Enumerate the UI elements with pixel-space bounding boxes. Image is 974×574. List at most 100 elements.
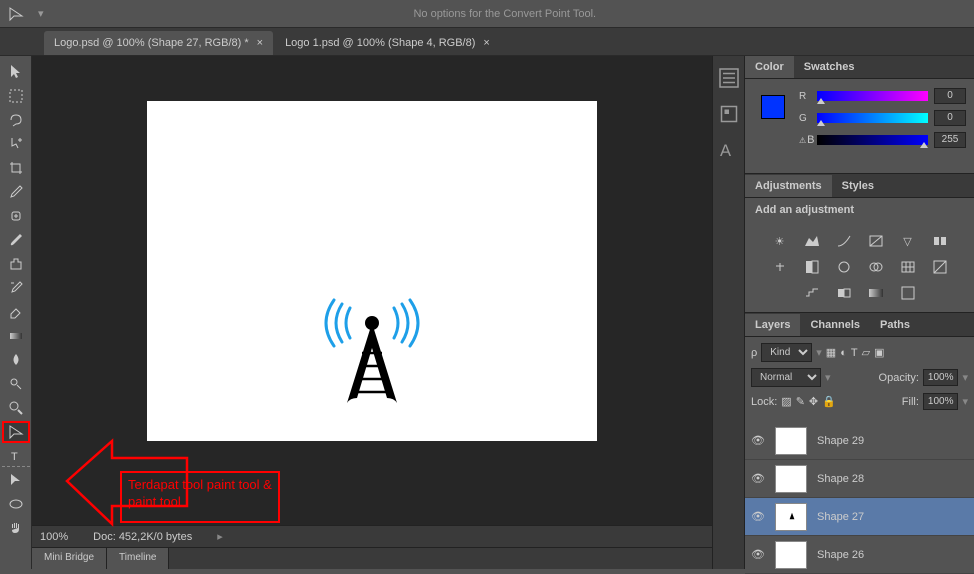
b-value[interactable]: 255 [934,132,966,148]
brightness-icon[interactable]: ☀ [768,231,792,251]
fill-value[interactable]: 100% [923,393,959,410]
r-value[interactable]: 0 [934,88,966,104]
layer-thumb[interactable] [775,465,807,493]
lock-pos-icon[interactable]: ✥ [809,395,818,408]
convert-point-tool[interactable] [2,421,30,443]
hue-icon[interactable] [928,231,952,251]
exposure-icon[interactable] [864,231,888,251]
tab-channels[interactable]: Channels [800,314,870,336]
layer-shape-29[interactable]: 👁 Shape 29 [745,422,974,460]
bw-icon[interactable] [800,257,824,277]
brush-tool[interactable] [2,229,30,251]
lock-transparent-icon[interactable]: ▨ [781,395,791,408]
levels-icon[interactable] [800,231,824,251]
layer-thumb[interactable] [775,427,807,455]
balance-icon[interactable] [768,257,792,277]
options-message: No options for the Convert Point Tool. [44,8,966,20]
adjustments-tabs: Adjustments Styles [745,174,974,198]
canvas[interactable] [147,101,597,441]
color-swatch[interactable] [753,87,787,121]
filter-shape-icon[interactable]: ▱ [862,346,870,359]
layer-shape-27[interactable]: 👁 Shape 27 [745,498,974,536]
close-icon[interactable]: × [257,37,263,49]
tab-logo[interactable]: Logo.psd @ 100% (Shape 27, RGB/8) *× [44,31,273,55]
layer-controls: ρKind ▾ ▦ ◐ T ▱ ▣ Normal ▾ Opacity: 100%… [745,337,974,422]
g-slider[interactable] [817,113,928,123]
r-slider[interactable] [817,91,928,101]
hand-tool[interactable] [2,517,30,539]
layer-name: Shape 27 [817,511,864,523]
layer-shape-28[interactable]: 👁Shape 28 [745,460,974,498]
blur-tool[interactable] [2,349,30,371]
opacity-value[interactable]: 100% [923,369,959,386]
selective-icon[interactable] [896,283,920,303]
close-icon[interactable]: × [483,37,489,49]
lasso-tool[interactable] [2,109,30,131]
color-panel-tabs: Color Swatches [745,56,974,79]
move-tool[interactable] [2,61,30,83]
tab-styles[interactable]: Styles [832,175,884,197]
healing-tool[interactable] [2,205,30,227]
visibility-icon[interactable]: 👁 [751,548,767,561]
eraser-tool[interactable] [2,301,30,323]
foreground-color[interactable] [761,95,785,119]
fill-label: Fill: [902,396,919,408]
quick-select-tool[interactable] [2,133,30,155]
zoom-level[interactable]: 100% [40,531,68,543]
dodge-tool[interactable] [2,373,30,395]
tab-layers[interactable]: Layers [745,314,800,336]
clone-tool[interactable] [2,253,30,275]
canvas-viewport[interactable]: Terdapat tool paint tool & paint tool [32,56,712,525]
layer-thumb[interactable] [775,503,807,531]
layer-thumb[interactable] [775,541,807,569]
curves-icon[interactable] [832,231,856,251]
tab-timeline[interactable]: Timeline [107,548,169,569]
tab-mini-bridge[interactable]: Mini Bridge [32,548,107,569]
filter-smart-icon[interactable]: ▣ [874,346,884,359]
history-brush-tool[interactable] [2,277,30,299]
filter-adj-icon[interactable]: ◐ [840,347,847,359]
tab-logo1[interactable]: Logo 1.psd @ 100% (Shape 4, RGB/8) × [275,31,500,55]
filter-type-icon[interactable]: T [851,347,858,359]
crop-tool[interactable] [2,157,30,179]
visibility-icon[interactable]: 👁 [751,510,767,523]
lut-icon[interactable] [896,257,920,277]
lock-all-icon[interactable]: 🔒 [822,395,836,408]
g-value[interactable]: 0 [934,110,966,126]
tab-swatches[interactable]: Swatches [794,56,865,78]
gradient-map-icon[interactable] [864,283,888,303]
shape-tool[interactable] [2,493,30,515]
layer-name: Shape 29 [817,435,864,447]
vibrance-icon[interactable]: ▽ [896,231,920,251]
photo-filter-icon[interactable] [832,257,856,277]
eyedropper-tool[interactable] [2,181,30,203]
threshold-icon[interactable] [832,283,856,303]
filter-pixel-icon[interactable]: ▦ [826,346,836,359]
adjustments-title: Add an adjustment [745,198,974,222]
tab-adjustments[interactable]: Adjustments [745,175,832,197]
properties-icon[interactable] [717,102,741,126]
r-label: R [799,91,811,102]
visibility-icon[interactable]: 👁 [751,434,767,447]
visibility-icon[interactable]: 👁 [751,472,767,485]
tab-label: Logo 1.psd @ 100% (Shape 4, RGB/8) [285,37,475,49]
blend-mode[interactable]: Normal [751,368,821,387]
zoom-tool[interactable] [2,397,30,419]
tab-color[interactable]: Color [745,56,794,78]
kind-filter[interactable]: Kind [761,343,812,362]
layer-shape-26[interactable]: 👁Shape 26 [745,536,974,574]
tab-paths[interactable]: Paths [870,314,920,336]
history-icon[interactable] [717,66,741,90]
marquee-tool[interactable] [2,85,30,107]
character-icon[interactable]: A [717,138,741,162]
doc-info: Doc: 452,2K/0 bytes [93,531,192,543]
invert-icon[interactable] [928,257,952,277]
path-select-tool[interactable] [2,469,30,491]
gradient-tool[interactable] [2,325,30,347]
channel-mixer-icon[interactable] [864,257,888,277]
type-tool[interactable]: T [2,445,30,467]
toolbox: T [0,56,32,569]
posterize-icon[interactable] [800,283,824,303]
b-slider[interactable] [817,135,928,145]
lock-paint-icon[interactable]: ✎ [796,395,805,408]
